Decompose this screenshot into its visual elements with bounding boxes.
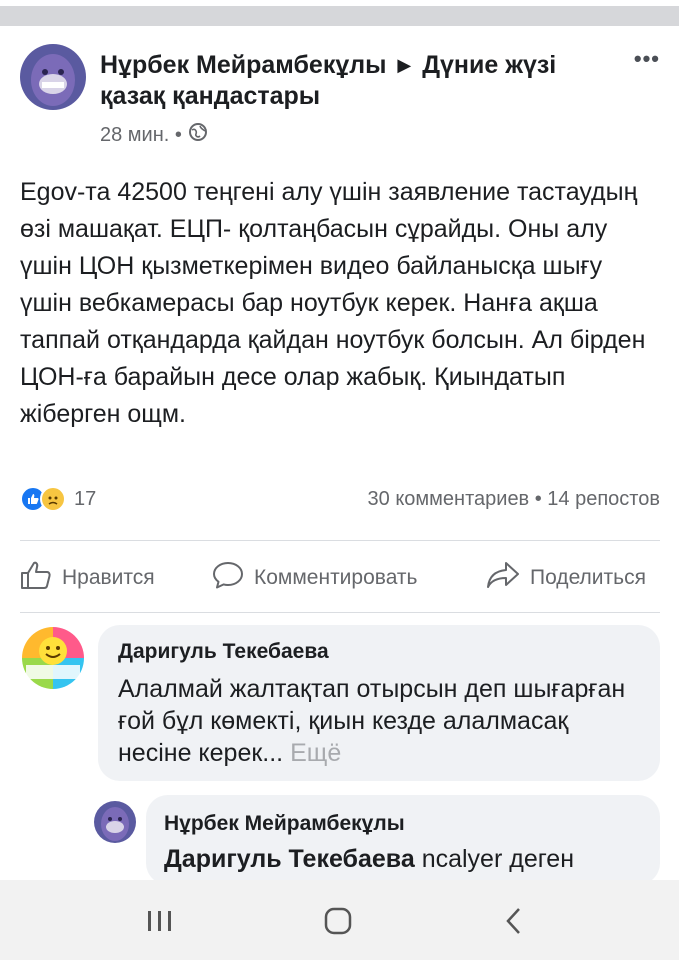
share-button[interactable]: Поделиться — [486, 560, 646, 596]
comment-bubble[interactable]: Даригуль Текебаева Алалмай жалтақтап оты… — [98, 625, 660, 781]
author-name[interactable]: Нұрбек Мейрамбекұлы — [100, 51, 386, 79]
commenter-avatar[interactable] — [20, 625, 86, 691]
arrow-right-icon: ▶ — [397, 55, 412, 75]
back-icon[interactable] — [494, 904, 534, 938]
like-button[interactable]: Нравится — [20, 560, 155, 596]
reply-item: Нұрбек Мейрамбекұлы Даригуль Текебаева n… — [94, 795, 660, 885]
comment-text: Алалмай жалтақтап отырсын деп шығарған ғ… — [118, 673, 640, 769]
comment-button[interactable]: Комментировать — [212, 560, 417, 596]
author-avatar[interactable] — [20, 44, 86, 110]
post-stats: 17 30 комментариев • 14 репостов — [20, 486, 660, 516]
thumbs-up-icon — [20, 560, 52, 596]
share-arrow-icon — [486, 560, 520, 596]
comment-author[interactable]: Даригуль Текебаева — [118, 637, 640, 667]
sad-reaction-icon — [40, 486, 66, 512]
top-status-area — [0, 0, 679, 26]
share-label: Поделиться — [530, 566, 646, 589]
system-nav-bar — [0, 880, 679, 960]
reactions-summary[interactable]: 17 — [20, 486, 96, 512]
reply-body: ncalyer деген — [414, 845, 575, 873]
author-line: Нұрбек Мейрамбекұлы ▶ Дүние жүзі қазақ қ… — [100, 50, 610, 112]
reply-author-avatar[interactable] — [94, 801, 136, 843]
post-body-text: Egov-та 42500 теңгені алу үшін заявление… — [20, 178, 646, 428]
post-actions: Нравится Комментировать Поделиться — [0, 552, 679, 602]
reply-mention[interactable]: Даригуль Текебаева — [164, 845, 415, 873]
comment-body: Алалмай жалтақтап отырсын деп шығарған ғ… — [118, 675, 626, 767]
comment-item: Даригуль Текебаева Алалмай жалтақтап оты… — [20, 625, 660, 785]
more-dots-icon[interactable]: ••• — [634, 46, 660, 72]
divider — [20, 612, 660, 613]
post-header: Нұрбек Мейрамбекұлы ▶ Дүние жүзі қазақ қ… — [20, 44, 660, 154]
see-more-link[interactable]: Ещё — [290, 739, 341, 767]
comment-label: Комментировать — [254, 566, 418, 589]
comments-reposts-count[interactable]: 30 комментариев • 14 репостов — [368, 488, 660, 511]
reaction-count: 17 — [74, 487, 97, 510]
reply-bubble[interactable]: Нұрбек Мейрамбекұлы Даригуль Текебаева n… — [146, 795, 660, 885]
post-meta: 28 мин. • — [100, 122, 208, 148]
recent-apps-icon[interactable] — [140, 904, 180, 938]
comment-bubble-icon — [212, 560, 244, 596]
post-time[interactable]: 28 мин. • — [100, 124, 182, 147]
like-label: Нравится — [62, 566, 155, 589]
globe-icon — [188, 122, 208, 148]
top-strip — [0, 6, 679, 26]
divider — [20, 540, 660, 541]
reply-author[interactable]: Нұрбек Мейрамбекұлы — [164, 809, 642, 839]
reply-text: Даригуль Текебаева ncalyer деген — [164, 843, 642, 875]
home-icon[interactable] — [318, 904, 358, 938]
